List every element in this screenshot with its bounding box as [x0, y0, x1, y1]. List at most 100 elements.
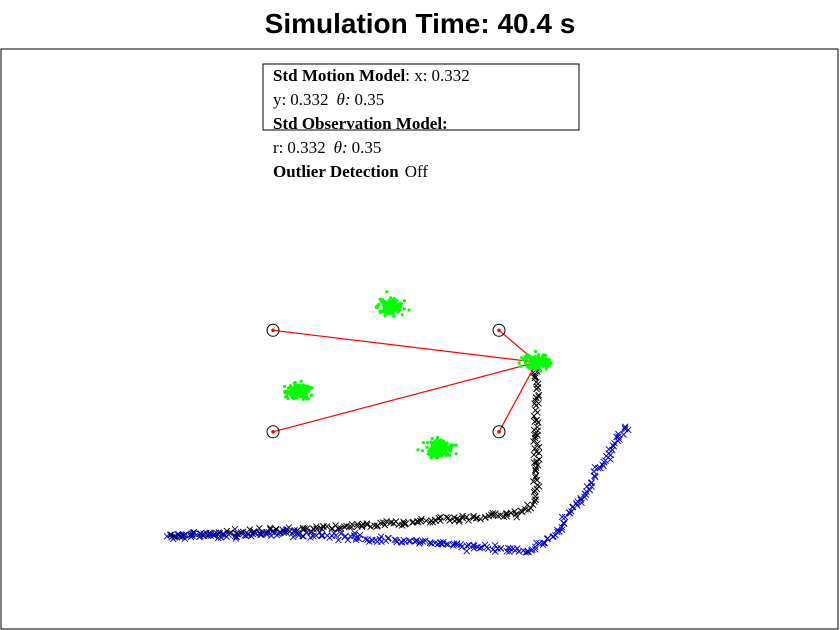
- particle: [385, 290, 389, 294]
- particle: [389, 296, 393, 300]
- observation-lines: [272, 329, 538, 433]
- estimated-path: [166, 360, 543, 541]
- particle: [436, 448, 441, 452]
- particle: [295, 383, 299, 387]
- particle: [391, 302, 395, 306]
- particle: [290, 391, 294, 395]
- true-marker: [400, 536, 408, 544]
- particle: [454, 443, 458, 447]
- legend-line-outlier: Outlier Detection Off: [273, 162, 428, 181]
- particle: [382, 308, 386, 312]
- particle: [532, 363, 536, 367]
- particle: [293, 392, 297, 396]
- observation-line: [272, 361, 537, 433]
- axes-frame: [0, 48, 839, 630]
- outlier-value: Off: [405, 162, 429, 181]
- particle: [398, 308, 402, 312]
- particle: [526, 353, 530, 357]
- particle: [445, 441, 449, 445]
- particle: [446, 452, 450, 456]
- particle: [305, 387, 309, 391]
- particle: [527, 366, 531, 370]
- estimate-marker: [427, 517, 435, 524]
- particle: [407, 308, 411, 312]
- particle: [421, 441, 425, 445]
- particle: [383, 301, 387, 305]
- outlier-label: Outlier Detection: [273, 162, 399, 181]
- particle: [436, 456, 440, 460]
- particle: [398, 305, 402, 309]
- landmark-point: [271, 328, 275, 333]
- legend-line-motion: Std Motion Model: x: 0.332: [273, 66, 470, 85]
- true-marker: [497, 545, 505, 552]
- particle: [306, 397, 310, 401]
- particle: [420, 449, 424, 453]
- particle-clouds: [283, 290, 553, 460]
- particle: [390, 305, 394, 309]
- observation-line: [498, 361, 538, 433]
- particle: [402, 299, 407, 303]
- particle: [524, 361, 528, 365]
- true-marker: [463, 547, 471, 555]
- particle: [386, 301, 391, 305]
- particle: [537, 353, 541, 357]
- true-marker: [491, 548, 499, 555]
- estimate-marker: [532, 493, 539, 500]
- particle: [283, 390, 287, 394]
- true-marker: [558, 513, 566, 521]
- true-marker: [385, 534, 392, 542]
- particle: [549, 362, 553, 366]
- observation-line: [272, 329, 537, 363]
- particle: [425, 445, 429, 449]
- particle: [299, 379, 303, 383]
- particle: [546, 364, 550, 368]
- particle: [445, 447, 449, 451]
- true-marker: [588, 479, 596, 486]
- particle: [400, 313, 404, 317]
- true-marker: [567, 508, 575, 515]
- particle: [299, 388, 303, 392]
- particle: [430, 436, 434, 441]
- particle: [383, 314, 387, 318]
- particle: [392, 298, 397, 302]
- particle: [309, 386, 313, 390]
- particle: [285, 389, 290, 393]
- particle: [534, 355, 538, 359]
- particle: [538, 369, 543, 373]
- particle: [430, 444, 434, 449]
- particle: [441, 441, 445, 445]
- particle: [387, 304, 391, 308]
- observation-label: Std Observation Model:: [273, 114, 448, 133]
- particle: [439, 451, 443, 455]
- particle: [430, 455, 434, 459]
- particle: [454, 452, 458, 456]
- particle: [416, 448, 420, 452]
- true-marker: [561, 513, 569, 521]
- particle: [300, 391, 304, 395]
- particle: [402, 307, 406, 311]
- estimate-marker: [530, 451, 538, 459]
- estimate-marker: [530, 426, 538, 434]
- particle: [283, 384, 287, 388]
- particle: [544, 353, 548, 357]
- particle: [309, 393, 314, 397]
- particle: [303, 393, 307, 397]
- particle: [523, 355, 527, 359]
- landmark-point: [271, 430, 275, 434]
- true-path: [163, 423, 632, 556]
- particle: [540, 358, 544, 363]
- particle: [433, 444, 437, 449]
- particle: [287, 386, 291, 390]
- particle: [528, 363, 532, 367]
- particle: [520, 356, 524, 360]
- estimate-marker: [374, 522, 381, 529]
- particle: [392, 314, 396, 318]
- particle: [426, 441, 430, 445]
- particle: [519, 364, 523, 368]
- particle: [285, 394, 289, 398]
- particle: [533, 349, 538, 353]
- particle: [391, 310, 395, 314]
- particle: [428, 451, 432, 455]
- motion-label: Std Motion Model: [273, 66, 406, 85]
- landmark-point: [497, 328, 501, 333]
